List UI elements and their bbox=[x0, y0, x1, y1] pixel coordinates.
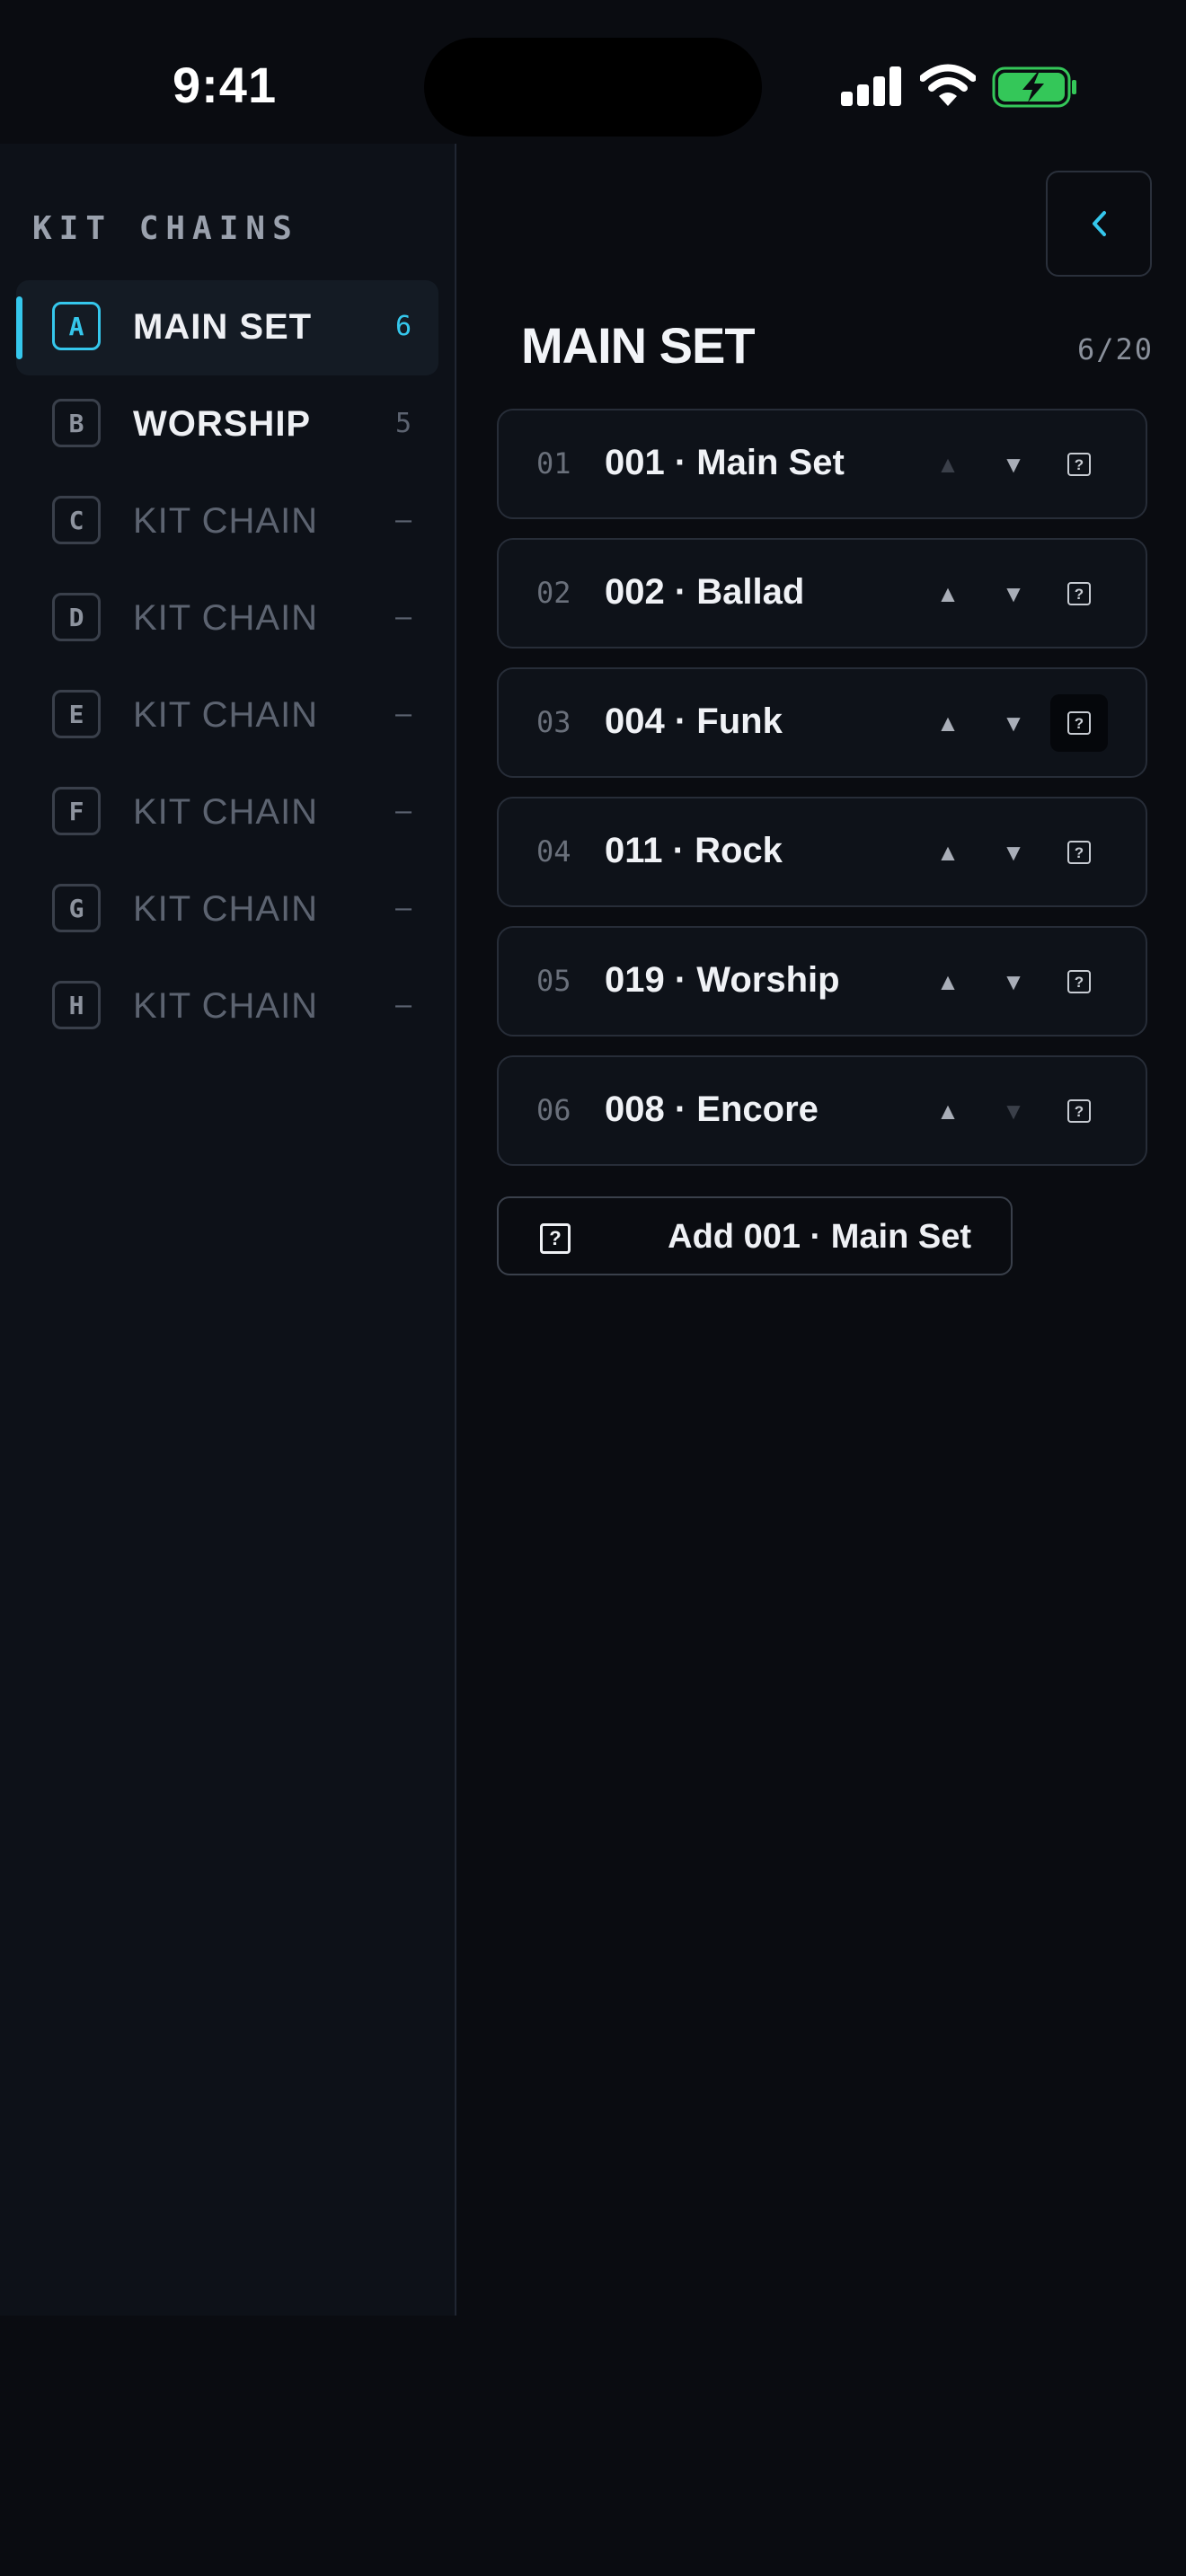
chain-label: KIT CHAIN bbox=[133, 889, 319, 929]
kit-name: 011 · Rock bbox=[605, 831, 783, 870]
status-time: 9:41 bbox=[173, 57, 278, 113]
move-down-button[interactable]: ▼ bbox=[987, 696, 1040, 750]
chain-count: – bbox=[394, 893, 412, 924]
kit-row[interactable]: 06 008 · Encore ▲ ▼ ? bbox=[497, 1055, 1147, 1166]
kit-action-button[interactable]: ? bbox=[1050, 824, 1108, 881]
unknown-icon: ? bbox=[1067, 841, 1091, 864]
chain-label: KIT CHAIN bbox=[133, 598, 319, 638]
chain-count: – bbox=[394, 990, 412, 1021]
kit-index: 04 bbox=[536, 834, 571, 869]
kit-row[interactable]: 02 002 · Ballad ▲ ▼ ? bbox=[497, 538, 1147, 648]
sidebar-item-h[interactable]: H KIT CHAIN – bbox=[16, 959, 438, 1054]
chain-badge: D bbox=[52, 593, 101, 641]
chain-count: – bbox=[394, 602, 412, 633]
kit-count: 6/20 bbox=[1076, 332, 1154, 366]
collapse-sidebar-button[interactable] bbox=[1046, 171, 1152, 277]
kit-action-button[interactable]: ? bbox=[1050, 1082, 1108, 1140]
chain-badge: F bbox=[52, 787, 101, 835]
kit-index: 06 bbox=[536, 1093, 571, 1127]
chain-badge: E bbox=[52, 690, 101, 738]
chain-label: MAIN SET bbox=[133, 307, 313, 347]
move-up-button[interactable]: ▲ bbox=[921, 696, 975, 750]
kit-action-button[interactable]: ? bbox=[1050, 565, 1108, 622]
kit-name: 019 · Worship bbox=[605, 960, 840, 1000]
chain-badge: A bbox=[52, 302, 101, 350]
sidebar-item-b[interactable]: B WORSHIP 5 bbox=[16, 377, 438, 472]
kit-action-button[interactable]: ? bbox=[1050, 694, 1108, 752]
sidebar: KIT CHAINS A MAIN SET 6 B WORSHIP 5 C KI… bbox=[0, 144, 456, 2316]
kit-row[interactable]: 05 019 · Worship ▲ ▼ ? bbox=[497, 926, 1147, 1037]
sidebar-item-g[interactable]: G KIT CHAIN – bbox=[16, 862, 438, 957]
move-down-button[interactable]: ▼ bbox=[987, 1084, 1040, 1138]
chain-label: KIT CHAIN bbox=[133, 501, 319, 541]
cellular-signal-icon bbox=[841, 66, 902, 106]
add-icon-wrap: ? bbox=[540, 1223, 571, 1254]
chain-badge: C bbox=[52, 496, 101, 544]
chain-count: 6 bbox=[394, 311, 412, 342]
kit-row[interactable]: 01 001 · Main Set ▲ ▼ ? bbox=[497, 409, 1147, 519]
kit-action-button[interactable]: ? bbox=[1050, 953, 1108, 1010]
add-kit-label: Add 001 · Main Set bbox=[668, 1218, 971, 1256]
move-down-button[interactable]: ▼ bbox=[987, 567, 1040, 621]
chevron-left-icon bbox=[1093, 211, 1106, 236]
chain-badge: G bbox=[52, 884, 101, 932]
move-up-button[interactable]: ▲ bbox=[921, 567, 975, 621]
unknown-icon: ? bbox=[1067, 582, 1091, 605]
active-indicator bbox=[16, 296, 22, 359]
chain-badge: B bbox=[52, 399, 101, 447]
sidebar-item-d[interactable]: D KIT CHAIN – bbox=[16, 571, 438, 666]
sidebar-item-e[interactable]: E KIT CHAIN – bbox=[16, 668, 438, 763]
kit-name: 002 · Ballad bbox=[605, 572, 805, 612]
page-title: MAIN SET bbox=[521, 317, 756, 374]
kit-action-button[interactable]: ? bbox=[1050, 436, 1108, 493]
unknown-icon: ? bbox=[1067, 1099, 1091, 1123]
kit-index: 05 bbox=[536, 964, 571, 998]
move-up-button[interactable]: ▲ bbox=[921, 437, 975, 491]
battery-charging-icon bbox=[992, 66, 1076, 108]
chain-label: KIT CHAIN bbox=[133, 695, 319, 735]
kit-index: 03 bbox=[536, 705, 571, 739]
chain-count: – bbox=[394, 699, 412, 730]
kit-index: 02 bbox=[536, 576, 571, 610]
chain-badge: H bbox=[52, 981, 101, 1029]
chain-label: KIT CHAIN bbox=[133, 986, 319, 1026]
unknown-icon: ? bbox=[540, 1223, 571, 1254]
unknown-icon: ? bbox=[1067, 970, 1091, 993]
chain-count: – bbox=[394, 505, 412, 536]
sidebar-item-c[interactable]: C KIT CHAIN – bbox=[16, 474, 438, 569]
wifi-icon bbox=[920, 64, 976, 106]
kit-row[interactable]: 03 004 · Funk ▲ ▼ ? bbox=[497, 667, 1147, 778]
chain-label: KIT CHAIN bbox=[133, 792, 319, 832]
move-down-button[interactable]: ▼ bbox=[987, 825, 1040, 879]
chain-count: – bbox=[394, 796, 412, 827]
kit-index: 01 bbox=[536, 446, 571, 481]
chain-count: 5 bbox=[394, 408, 412, 439]
move-down-button[interactable]: ▼ bbox=[987, 955, 1040, 1009]
chain-label: WORSHIP bbox=[133, 404, 312, 444]
dynamic-island bbox=[424, 38, 762, 137]
sidebar-item-f[interactable]: F KIT CHAIN – bbox=[16, 765, 438, 860]
sidebar-heading: KIT CHAINS bbox=[32, 210, 299, 247]
move-down-button[interactable]: ▼ bbox=[987, 437, 1040, 491]
move-up-button[interactable]: ▲ bbox=[921, 825, 975, 879]
move-up-button[interactable]: ▲ bbox=[921, 1084, 975, 1138]
add-kit-button[interactable]: ? Add 001 · Main Set bbox=[497, 1196, 1013, 1275]
move-up-button[interactable]: ▲ bbox=[921, 955, 975, 1009]
kit-row[interactable]: 04 011 · Rock ▲ ▼ ? bbox=[497, 797, 1147, 907]
unknown-icon: ? bbox=[1067, 453, 1091, 476]
kit-name: 004 · Funk bbox=[605, 701, 783, 741]
kit-name: 008 · Encore bbox=[605, 1090, 819, 1129]
sidebar-item-a[interactable]: A MAIN SET 6 bbox=[16, 280, 438, 375]
unknown-icon: ? bbox=[1067, 711, 1091, 735]
kit-name: 001 · Main Set bbox=[605, 443, 845, 482]
